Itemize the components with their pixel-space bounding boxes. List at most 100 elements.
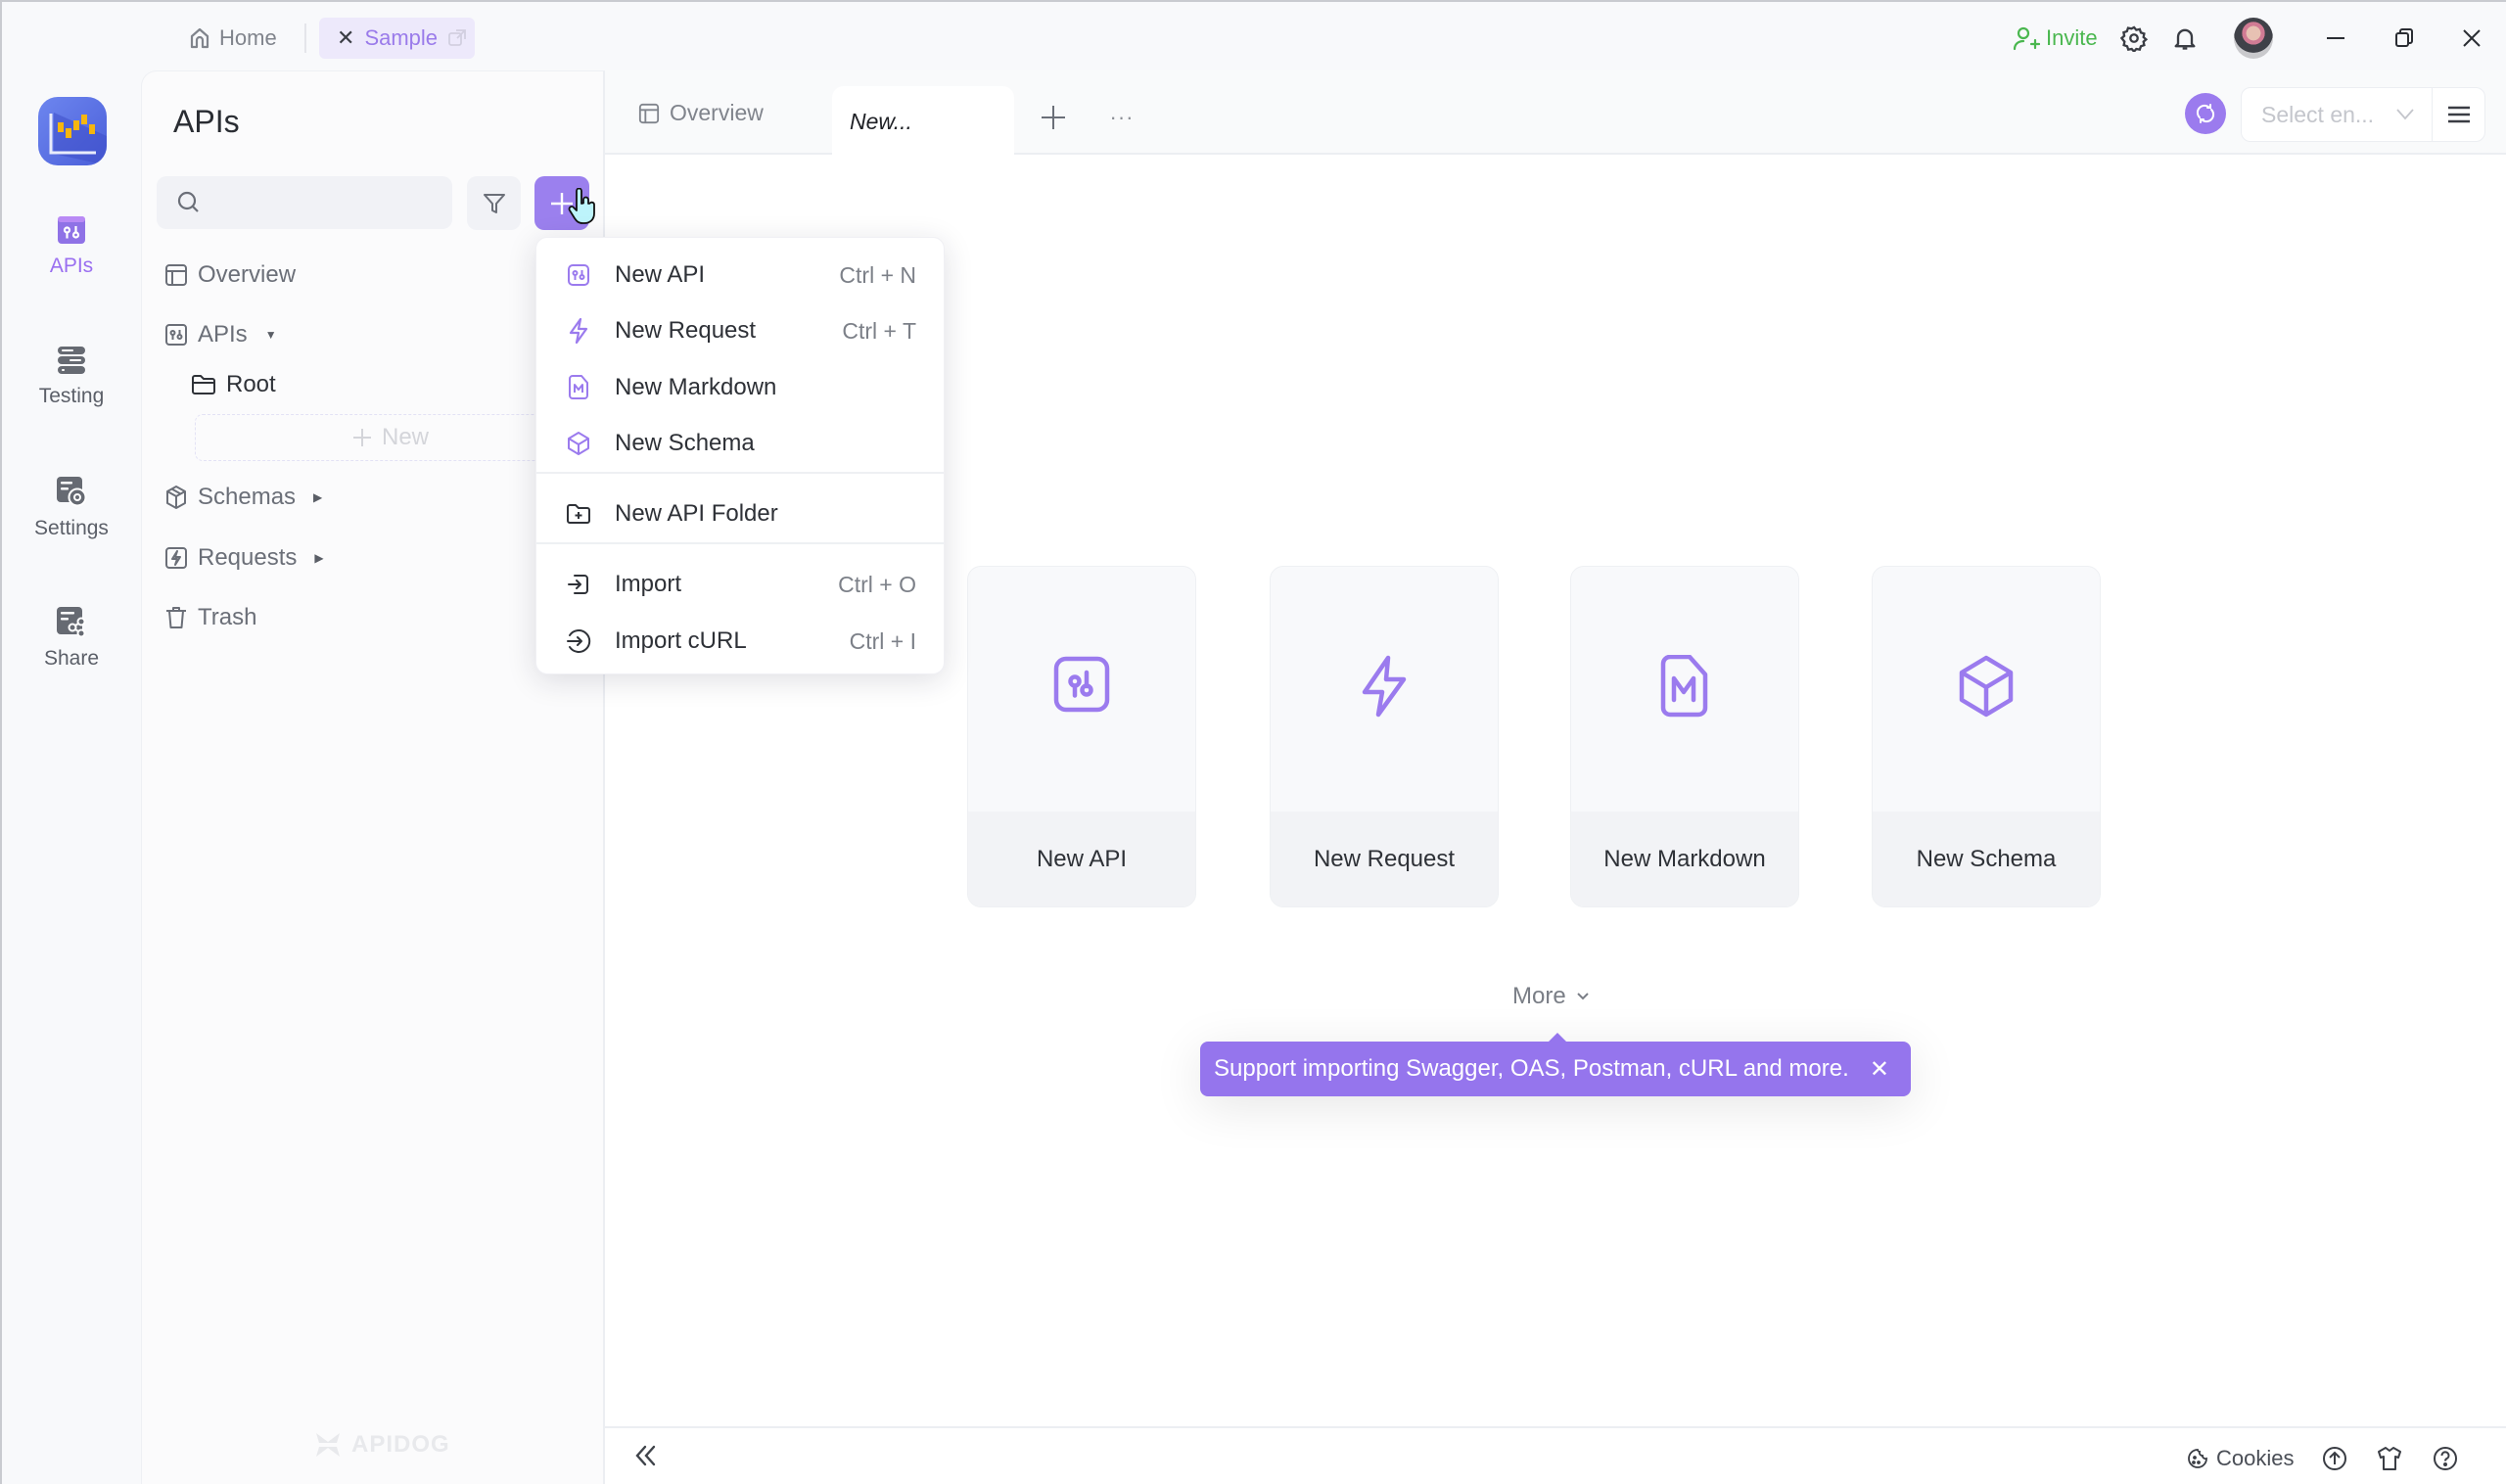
apidog-watermark: APIDOG: [312, 1429, 450, 1461]
chevron-down-icon: [1576, 992, 1590, 1001]
theme-button[interactable]: [2377, 1443, 2402, 1474]
tooltip-text: Support importing Swagger, OAS, Postman,…: [1214, 1055, 1849, 1082]
api-icon: [57, 215, 86, 245]
panel-title: APIs: [173, 104, 240, 139]
api-icon: [164, 323, 188, 347]
tooltip-arrow: [1549, 1033, 1566, 1042]
nav-item-requests[interactable]: Requests ▶: [164, 538, 324, 578]
api-icon: [968, 655, 1195, 714]
card-new-schema[interactable]: New Schema: [1872, 566, 2101, 907]
card-new-markdown[interactable]: New Markdown: [1570, 566, 1799, 907]
tab-new[interactable]: New...: [832, 86, 1014, 157]
sync-icon: [2195, 103, 2216, 124]
nav-item-root-folder[interactable]: Root: [191, 365, 276, 404]
new-item-button[interactable]: New: [195, 414, 586, 461]
folder-plus-icon: [566, 501, 591, 527]
rail-label: Testing: [38, 385, 105, 407]
app-logo[interactable]: [38, 97, 107, 165]
user-avatar[interactable]: [2234, 18, 2273, 59]
nav-item-schemas[interactable]: Schemas ▶: [164, 478, 322, 517]
restore-icon: [2387, 21, 2422, 56]
apidog-logo-icon: [312, 1429, 344, 1461]
environment-select[interactable]: Select en...: [2241, 87, 2485, 142]
notifications-button[interactable]: [2167, 18, 2203, 59]
rail-item-testing[interactable]: Testing: [2, 346, 141, 408]
open-external-icon[interactable]: [447, 28, 467, 48]
filter-icon: [482, 191, 507, 216]
collapse-sidebar-button[interactable]: [633, 1443, 659, 1468]
overview-icon: [638, 103, 660, 124]
caret-down-icon[interactable]: ▼: [265, 328, 277, 342]
menu-item-label: New Schema: [615, 430, 755, 456]
environment-select-value[interactable]: Select en...: [2242, 88, 2433, 141]
import-icon: [566, 572, 591, 597]
new-label: New: [381, 424, 429, 450]
schema-icon: [164, 485, 188, 510]
tab-more-button[interactable]: ···: [1104, 102, 1139, 133]
home-tab[interactable]: Home: [188, 18, 277, 59]
rail-item-settings[interactable]: Settings: [2, 476, 141, 540]
cookies-button[interactable]: Cookies: [2187, 1443, 2294, 1474]
nav-item-trash[interactable]: Trash: [164, 598, 256, 637]
share-icon: [56, 606, 87, 637]
rail-label: APIs: [49, 255, 94, 277]
add-tab-button[interactable]: [1038, 102, 1069, 133]
upload-button[interactable]: [2322, 1443, 2347, 1474]
close-window-button[interactable]: [2454, 18, 2489, 59]
lightning-icon: [566, 318, 591, 344]
menu-divider: [536, 472, 944, 474]
nav-label: Requests: [198, 544, 298, 571]
shirt-icon: [2377, 1446, 2402, 1471]
card-new-api[interactable]: New API: [967, 566, 1196, 907]
search-field[interactable]: [157, 176, 452, 229]
menu-item-shortcut: Ctrl + O: [838, 571, 916, 597]
menu-item-new-api-folder[interactable]: New API Folder: [536, 487, 944, 540]
new-item-dropdown: New API Ctrl + N New Request Ctrl + T Ne…: [535, 237, 945, 674]
caret-right-icon[interactable]: ▶: [314, 551, 323, 565]
menu-item-label: Import: [615, 571, 682, 597]
card-new-request[interactable]: New Request: [1270, 566, 1499, 907]
environment-menu-button[interactable]: [2433, 106, 2484, 123]
search-input[interactable]: [211, 190, 437, 215]
invite-button[interactable]: Invite: [2013, 18, 2098, 59]
card-label: New Markdown: [1571, 812, 1798, 906]
rail-item-share[interactable]: Share: [2, 606, 141, 671]
menu-item-new-schema[interactable]: New Schema: [536, 417, 944, 470]
more-button[interactable]: More: [1512, 983, 1590, 1010]
close-tooltip-icon[interactable]: ✕: [1870, 1055, 1889, 1084]
project-tab-sample[interactable]: ✕ Sample: [319, 18, 475, 59]
settings-icon: [56, 476, 87, 507]
api-icon: [566, 262, 591, 288]
rail-label: Share: [43, 647, 100, 670]
hand-cursor-icon: [568, 188, 597, 225]
cookie-icon: [2187, 1448, 2208, 1469]
menu-item-new-markdown[interactable]: New Markdown: [536, 361, 944, 414]
rail-label: Settings: [34, 517, 109, 539]
menu-item-new-request[interactable]: New Request Ctrl + T: [536, 304, 944, 357]
nav-item-apis[interactable]: APIs ▼: [164, 315, 277, 354]
help-icon: [2433, 1446, 2458, 1471]
menu-item-label: New Request: [615, 317, 757, 344]
tab-overview[interactable]: Overview: [638, 100, 764, 126]
nav-item-overview[interactable]: Overview: [164, 255, 296, 295]
sync-button[interactable]: [2185, 93, 2226, 134]
restore-button[interactable]: [2387, 18, 2422, 59]
settings-button[interactable]: [2116, 18, 2152, 59]
menu-item-import[interactable]: Import Ctrl + O: [536, 558, 944, 611]
cube-icon: [1873, 655, 2100, 718]
help-button[interactable]: [2433, 1443, 2458, 1474]
rail-item-apis[interactable]: APIs: [2, 215, 141, 278]
caret-right-icon[interactable]: ▶: [313, 490, 322, 504]
invite-label: Invite: [2046, 25, 2098, 50]
nav-label: Overview: [198, 261, 297, 288]
menu-item-import-curl[interactable]: Import cURL Ctrl + I: [536, 615, 944, 668]
overview-icon: [164, 263, 188, 287]
minimize-button[interactable]: [2318, 18, 2353, 59]
tab-label: New...: [850, 108, 912, 134]
markdown-icon: [566, 375, 591, 400]
menu-item-new-api[interactable]: New API Ctrl + N: [536, 249, 944, 301]
close-tab-icon[interactable]: ✕: [337, 25, 354, 51]
filter-button[interactable]: [467, 176, 521, 230]
menu-item-shortcut: Ctrl + N: [839, 261, 916, 288]
more-dots-icon: ···: [1109, 105, 1135, 129]
